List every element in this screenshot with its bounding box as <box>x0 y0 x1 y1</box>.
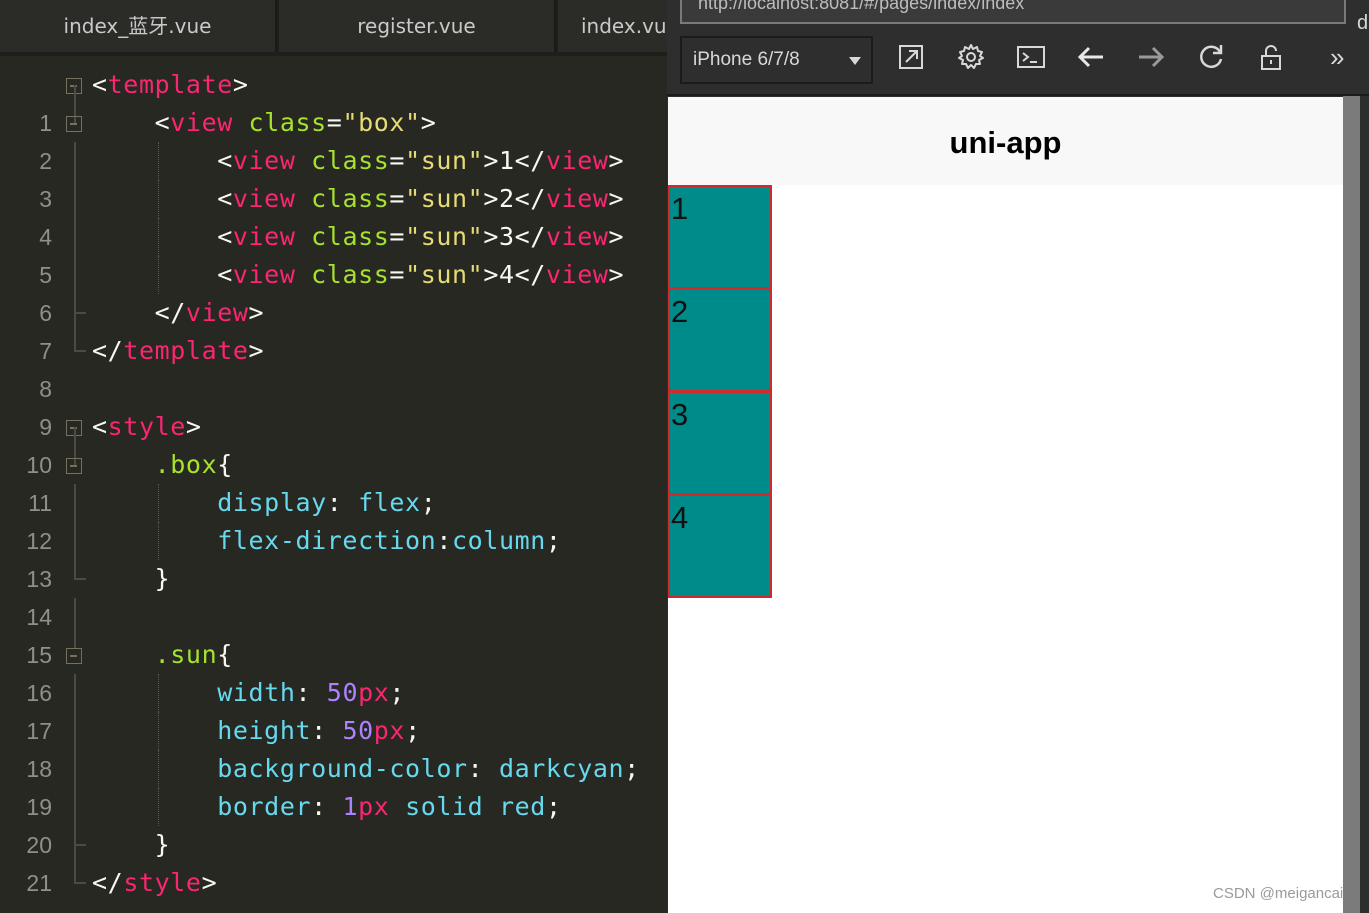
fold-toggle-icon[interactable] <box>66 116 82 132</box>
browser-preview: http://localhost:8081/#/pages/index/inde… <box>667 0 1369 913</box>
code-line: 11 .box{ <box>0 427 667 516</box>
line-number: 22 <box>0 902 52 913</box>
watermark: CSDN @meigancai_ <box>1213 885 1343 902</box>
fold-toggle-icon[interactable] <box>66 648 82 664</box>
scrollbar[interactable] <box>1343 96 1360 913</box>
code-line: 20 border: 1px solid red; <box>0 788 667 858</box>
list-item: 1 <box>668 185 772 289</box>
code-line: 2 <view class="box"> <box>0 85 667 174</box>
code-line: 1 <template> <box>0 66 667 136</box>
device-select-label: iPhone 6/7/8 <box>693 49 800 70</box>
more-tools-button[interactable]: » <box>1330 42 1344 72</box>
edge-label: d <box>1357 12 1369 34</box>
page-title: uni-app <box>668 97 1343 185</box>
code-line: 22 </style> <box>0 845 667 913</box>
code-line: 14 } <box>0 541 667 630</box>
list-item: 2 <box>668 288 772 392</box>
code-line: 8 </template> <box>0 313 667 402</box>
device-select[interactable]: iPhone 6/7/8 <box>680 36 873 84</box>
code-line: 21 } <box>0 807 667 896</box>
code-line: 6 <view class="sun">4</view> <box>0 256 667 326</box>
code-line: 7 </view> <box>0 275 667 364</box>
code-line: 13 flex-direction:column; <box>0 522 667 592</box>
chevron-down-icon <box>849 57 861 65</box>
back-arrow-icon[interactable] <box>1076 42 1106 72</box>
code-line: 3 <view class="sun">1</view> <box>0 142 667 212</box>
url-input[interactable]: http://localhost:8081/#/pages/index/inde… <box>680 0 1346 24</box>
code-line: 5 <view class="sun">3</view> <box>0 218 667 288</box>
tab-index[interactable]: index.vue <box>558 0 667 52</box>
code-line: 16 .sun{ <box>0 636 667 706</box>
code-line: 10 <style> <box>0 408 667 478</box>
fold-toggle-icon[interactable] <box>66 458 82 474</box>
list-item: 4 <box>668 494 772 598</box>
open-external-icon[interactable] <box>896 42 926 72</box>
code-area[interactable]: 1 <template> 2 <view class="box"> 3 <vie… <box>0 66 667 913</box>
gear-icon[interactable] <box>956 42 986 72</box>
browser-toolbar: iPhone 6/7/8 » <box>667 28 1369 96</box>
code-line: 19 background-color: darkcyan; <box>0 750 667 820</box>
phone-viewport: uni-app 1 2 3 4 CSDN @meigancai_ <box>668 97 1343 913</box>
code-line: 4 <view class="sun">2</view> <box>0 180 667 250</box>
code-line: 15 <box>0 598 667 668</box>
code-line: 18 height: 50px; <box>0 712 667 782</box>
editor-tab-bar: index_蓝牙.vue register.vue index.vue <box>0 0 667 56</box>
list-item: 3 <box>668 391 772 495</box>
tab-index-bluetooth[interactable]: index_蓝牙.vue <box>0 0 277 52</box>
code-line: 12 display: flex; <box>0 484 667 554</box>
flex-box: 1 2 3 4 <box>668 185 772 598</box>
reload-icon[interactable] <box>1196 42 1226 72</box>
code-line: 9 <box>0 370 667 440</box>
tab-register[interactable]: register.vue <box>279 0 556 52</box>
code-editor: index_蓝牙.vue register.vue index.vue 1 <t… <box>0 0 667 913</box>
code-line: 17 width: 50px; <box>0 674 667 744</box>
unlock-icon[interactable] <box>1256 42 1286 72</box>
forward-arrow-icon[interactable] <box>1136 42 1166 72</box>
terminal-icon[interactable] <box>1016 42 1046 72</box>
